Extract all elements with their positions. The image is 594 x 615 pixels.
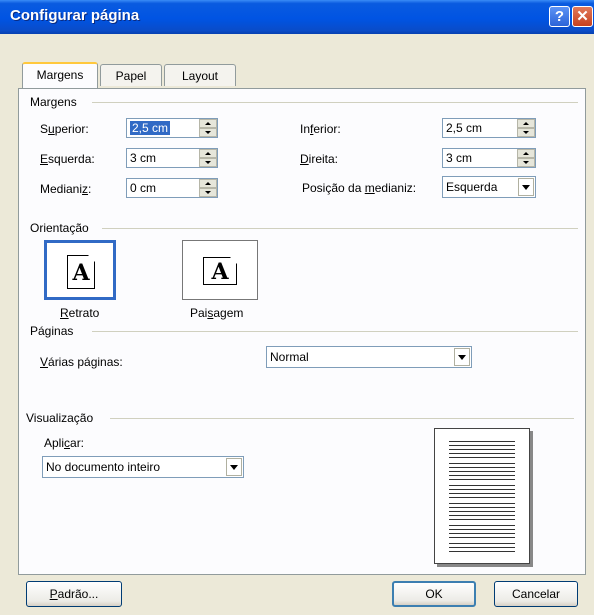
margins-divider bbox=[92, 102, 578, 103]
gutter-position-label: Posição da medianiz: bbox=[302, 181, 417, 195]
pages-divider bbox=[92, 331, 578, 332]
orientation-divider bbox=[102, 228, 578, 229]
gutter-up[interactable] bbox=[199, 179, 217, 188]
orientation-group-label: Orientação bbox=[30, 221, 89, 235]
help-icon[interactable]: ? bbox=[549, 6, 570, 27]
top-margin-field[interactable]: 2,5 cm bbox=[126, 118, 218, 138]
chevron-down-icon[interactable] bbox=[518, 178, 534, 196]
tab-margens[interactable]: Margens bbox=[22, 62, 98, 88]
gutter-label: Medianiz: bbox=[40, 182, 92, 196]
pages-group-label: Páginas bbox=[30, 324, 74, 338]
apply-label: Aplicar: bbox=[44, 436, 85, 450]
top-label: Superior: bbox=[40, 122, 89, 136]
landscape-option[interactable]: A bbox=[182, 240, 258, 300]
gutter-down[interactable] bbox=[199, 188, 217, 197]
left-label: Esquerda: bbox=[40, 152, 95, 166]
left-margin-down[interactable] bbox=[199, 158, 217, 167]
preview-group-label: Visualização bbox=[26, 411, 94, 425]
preview-divider bbox=[110, 418, 574, 419]
bottom-label: Inferior: bbox=[300, 122, 341, 136]
multiple-pages-select[interactable]: Normal bbox=[266, 346, 472, 368]
apply-select[interactable]: No documento inteiro bbox=[42, 456, 244, 478]
default-button[interactable]: Padrão... bbox=[26, 581, 122, 607]
left-margin-field[interactable]: 3 cm bbox=[126, 148, 218, 168]
close-icon[interactable]: ✕ bbox=[572, 6, 593, 27]
portrait-option[interactable]: A bbox=[44, 240, 116, 300]
multiple-pages-label: Várias páginas: bbox=[40, 355, 123, 369]
tab-papel[interactable]: Papel bbox=[100, 64, 162, 86]
right-margin-down[interactable] bbox=[517, 158, 535, 167]
tab-layout[interactable]: Layout bbox=[164, 64, 236, 86]
top-margin-down[interactable] bbox=[199, 128, 217, 137]
bottom-margin-up[interactable] bbox=[517, 119, 535, 128]
portrait-page-icon: A bbox=[67, 255, 95, 289]
top-margin-up[interactable] bbox=[199, 119, 217, 128]
right-margin-up[interactable] bbox=[517, 149, 535, 158]
right-label: Direita: bbox=[300, 152, 339, 166]
chevron-down-icon[interactable] bbox=[454, 348, 470, 366]
left-margin-up[interactable] bbox=[199, 149, 217, 158]
window-title: Configurar página bbox=[10, 7, 140, 24]
chevron-down-icon[interactable] bbox=[226, 458, 242, 476]
portrait-label: Retrato bbox=[60, 306, 100, 320]
bottom-margin-field[interactable]: 2,5 cm bbox=[442, 118, 536, 138]
ok-button[interactable]: OK bbox=[392, 581, 476, 607]
gutter-field[interactable]: 0 cm bbox=[126, 178, 218, 198]
right-margin-field[interactable]: 3 cm bbox=[442, 148, 536, 168]
bottom-margin-down[interactable] bbox=[517, 128, 535, 137]
landscape-label: Paisagem bbox=[190, 306, 244, 320]
gutter-position-select[interactable]: Esquerda bbox=[442, 176, 536, 198]
landscape-page-icon: A bbox=[203, 257, 237, 285]
cancel-button[interactable]: Cancelar bbox=[494, 581, 578, 607]
page-preview bbox=[434, 428, 530, 564]
margins-group-label: Margens bbox=[30, 95, 77, 109]
